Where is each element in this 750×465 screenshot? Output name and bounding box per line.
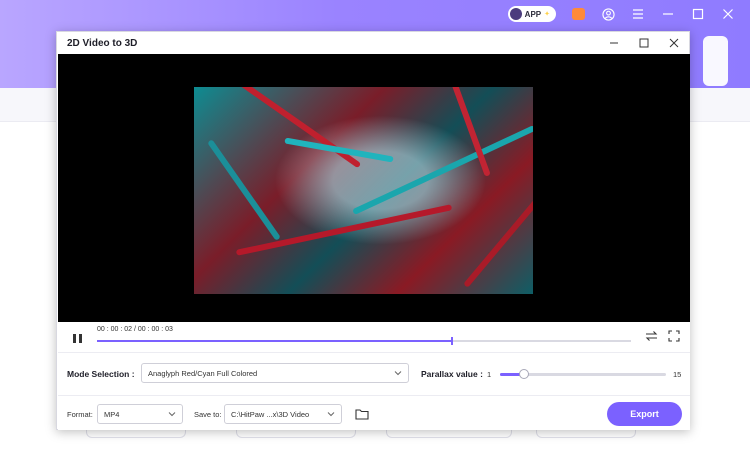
- parallax-max: 15: [673, 370, 682, 379]
- pause-button[interactable]: [70, 331, 84, 345]
- app-badge-button[interactable]: APP ✦: [507, 6, 556, 22]
- export-button[interactable]: Export: [607, 402, 682, 426]
- progress-bar[interactable]: [97, 337, 631, 345]
- video-preview[interactable]: [58, 54, 690, 322]
- fullscreen-icon[interactable]: [666, 328, 682, 344]
- app-card: [703, 36, 728, 86]
- dialog-minimize-icon[interactable]: [599, 32, 629, 54]
- chevron-down-icon: [394, 371, 402, 376]
- minimize-icon[interactable]: [660, 6, 676, 22]
- parallax-value-label: Parallax value :: [421, 369, 483, 379]
- save-path-value: C:\HitPaw ...x\3D Video: [231, 410, 310, 419]
- format-select-value: MP4: [104, 410, 120, 419]
- chevron-down-icon: [168, 412, 176, 417]
- progress-handle[interactable]: [451, 337, 453, 345]
- playback-controls: 00 : 00 : 02 / 00 : 00 : 03: [58, 322, 690, 352]
- gift-icon[interactable]: [570, 6, 586, 22]
- parallax-slider-handle[interactable]: [519, 369, 529, 379]
- mode-select[interactable]: Anaglyph Red/Cyan Full Colored: [141, 363, 409, 383]
- dialog-maximize-icon[interactable]: [629, 32, 659, 54]
- output-settings-row: Format: MP4 Save to: C:\HitPaw ...x\3D V…: [58, 396, 690, 430]
- format-select[interactable]: MP4: [97, 404, 183, 424]
- dialog-title: 2D Video to 3D: [67, 38, 138, 49]
- swap-icon[interactable]: [643, 328, 659, 344]
- mode-settings-row: Mode Selection : Anaglyph Red/Cyan Full …: [58, 353, 690, 395]
- app-logo-icon: [509, 8, 522, 20]
- app-badge-label: APP: [524, 9, 542, 19]
- parallax-slider[interactable]: [500, 369, 666, 379]
- sparkle-icon: ✦: [544, 11, 550, 18]
- dialog-close-icon[interactable]: [659, 32, 689, 54]
- chevron-down-icon: [327, 412, 335, 417]
- mode-selection-label: Mode Selection :: [67, 369, 135, 379]
- close-icon[interactable]: [720, 6, 736, 22]
- save-to-label: Save to:: [194, 410, 222, 419]
- account-icon[interactable]: [600, 6, 616, 22]
- maximize-icon[interactable]: [690, 6, 706, 22]
- dialog-window-controls: [599, 32, 689, 54]
- mode-select-value: Anaglyph Red/Cyan Full Colored: [148, 369, 258, 378]
- progress-fill: [97, 340, 452, 342]
- folder-icon[interactable]: [354, 406, 370, 422]
- app-titlebar: APP ✦: [507, 4, 736, 24]
- anaglyph-video-frame: [194, 87, 533, 294]
- pause-icon: [72, 333, 76, 343]
- menu-icon[interactable]: [630, 6, 646, 22]
- playback-time: 00 : 00 : 02 / 00 : 00 : 03: [97, 326, 173, 333]
- video-3d-dialog: 2D Video to 3D 00 : 00 : 02 / 00 : 00 : …: [56, 31, 690, 430]
- parallax-min: 1: [487, 370, 492, 379]
- format-label: Format:: [67, 410, 93, 419]
- save-path-select[interactable]: C:\HitPaw ...x\3D Video: [224, 404, 342, 424]
